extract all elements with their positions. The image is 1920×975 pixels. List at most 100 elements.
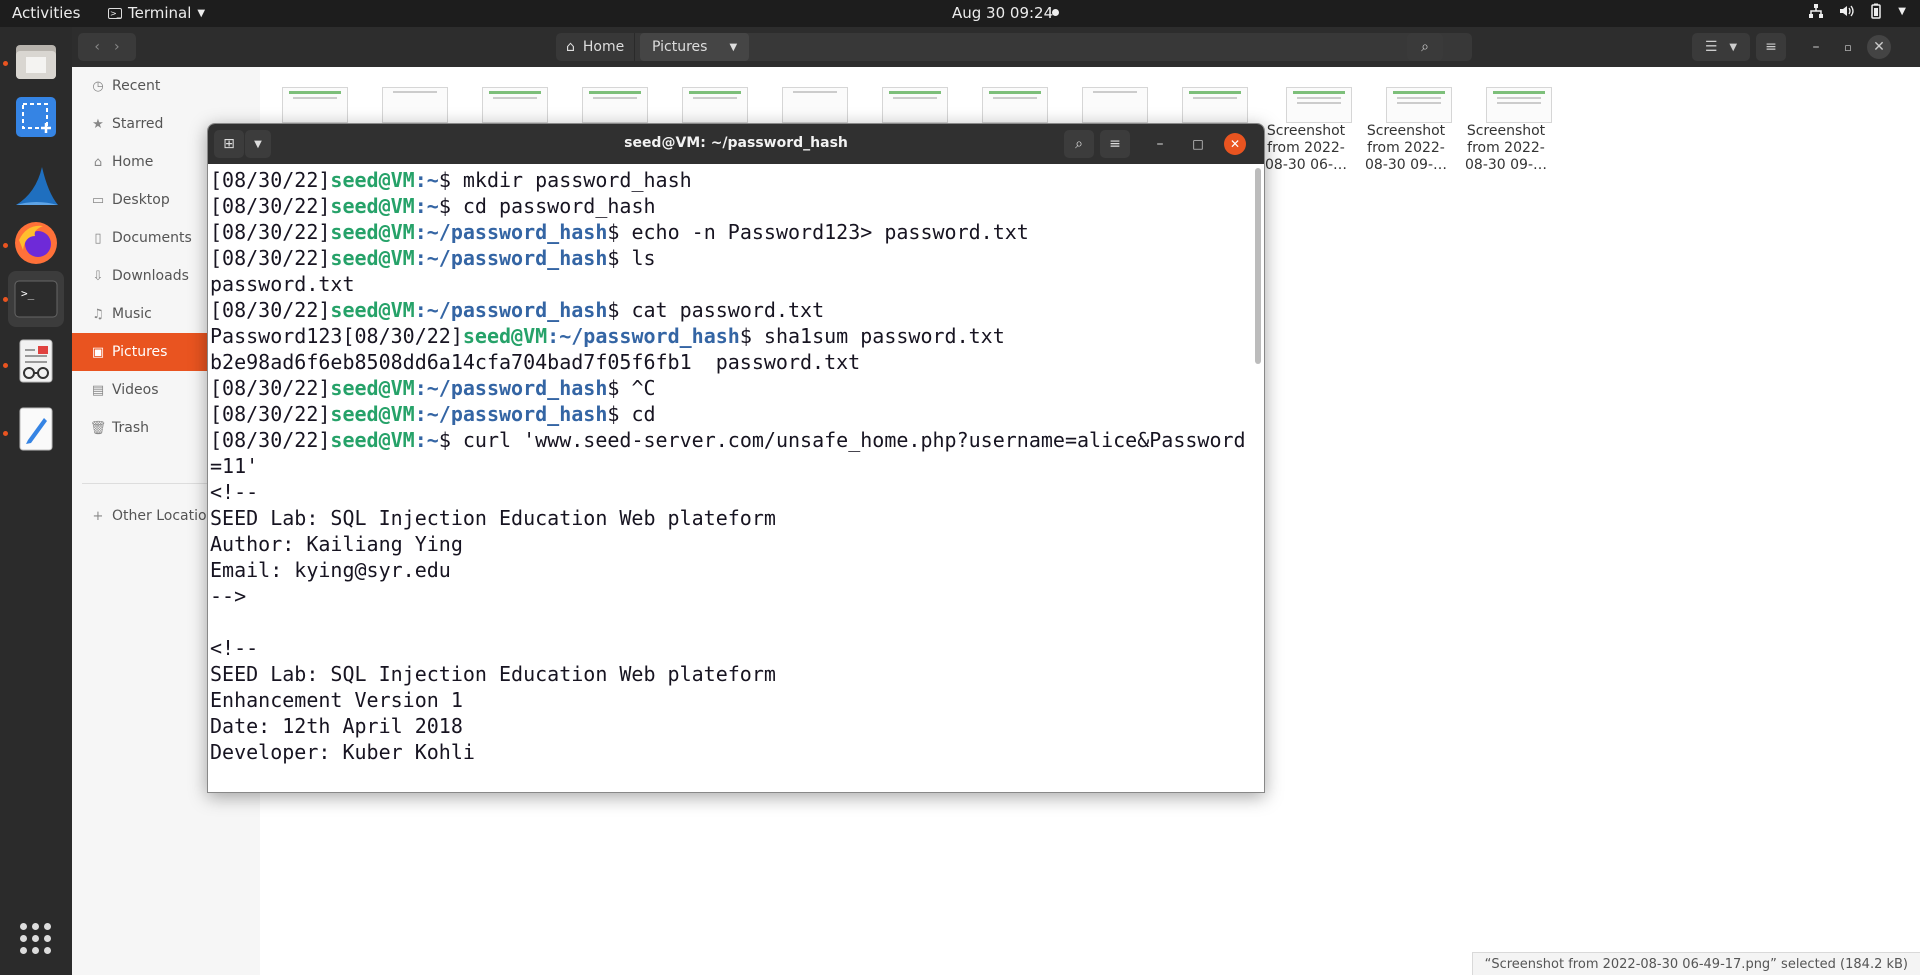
firefox-icon[interactable] [8, 215, 64, 271]
document-viewer-icon[interactable] [8, 333, 64, 389]
file-label[interactable]: Screenshot from 2022- 08-30 09-… [1456, 123, 1556, 174]
file-label[interactable]: Screenshot from 2022- 08-30 09-… [1356, 123, 1456, 174]
prompt-path: :~ [414, 168, 439, 192]
path-home[interactable]: ⌂ Home [556, 33, 636, 61]
text-editor-icon[interactable] [8, 401, 64, 457]
notification-dot-icon [1052, 9, 1059, 16]
hamburger-menu-icon: ≡ [1765, 39, 1777, 55]
sidebar-item-label: Trash [112, 420, 149, 436]
home-icon: ⌂ [93, 154, 103, 170]
terminal-search-button[interactable]: ⌕ [1064, 130, 1094, 158]
maximize-icon: □ [1192, 137, 1204, 151]
sidebar-item-label: Documents [112, 230, 192, 246]
file-thumbnail[interactable] [1386, 87, 1452, 123]
path-bar[interactable]: ⌂ Home Pictures ▼ [556, 33, 1472, 61]
terminal-titlebar[interactable]: ⊞ ▼ seed@VM: ~/password_hash ⌕ ≡ – □ ✕ [208, 124, 1264, 164]
app-menu[interactable]: >_ Terminal ▼ [108, 4, 205, 22]
minimize-button[interactable]: – [1804, 33, 1828, 61]
terminal-prompt-line: [08/30/22]seed@VM:~/password_hash$ cat p… [210, 297, 1250, 323]
prompt-path: :~ [414, 194, 439, 218]
file-thumbnail[interactable] [1182, 87, 1248, 123]
back-icon[interactable]: ‹ [94, 39, 100, 55]
forward-icon[interactable]: › [114, 39, 120, 55]
search-icon: ⌕ [1421, 39, 1429, 55]
terminal-output-line: b2e98ad6f6eb8508dd6a14cfa704bad7f05f6fb1… [210, 350, 861, 374]
top-bar: Activities >_ Terminal ▼ Aug 30 09:24 ▼ [0, 0, 1920, 27]
prompt-date: [08/30/22] [210, 376, 331, 400]
prompt-user: seed@VM [330, 376, 415, 400]
clock[interactable]: Aug 30 09:24 [952, 4, 1053, 22]
activities-button[interactable]: Activities [12, 4, 80, 22]
terminal-output-line: Enhancement Version 1 [210, 688, 463, 712]
power-menu-icon: ▼ [1898, 6, 1906, 17]
back-forward-buttons[interactable]: ‹ › [78, 33, 136, 61]
terminal-menu-button[interactable]: ≡ [1100, 130, 1130, 158]
file-label[interactable]: Screenshot from 2022- 08-30 06-… [1256, 123, 1356, 174]
search-button[interactable]: ⌕ [1407, 33, 1443, 61]
terminal-output-line: SEED Lab: SQL Injection Education Web pl… [210, 506, 776, 530]
show-applications-icon[interactable] [20, 923, 52, 955]
terminal-output[interactable]: [08/30/22]seed@VM:~$ mkdir password_hash… [210, 167, 1250, 789]
file-thumbnail[interactable] [382, 87, 448, 123]
prompt-user: seed@VM [330, 428, 415, 452]
sidebar-item-recent[interactable]: ◷ Recent [72, 67, 260, 105]
prompt-path: :~/password_hash [414, 376, 608, 400]
prompt-cmd: $ ls [607, 246, 656, 270]
home-icon: ⌂ [566, 39, 575, 55]
file-thumbnail[interactable] [282, 87, 348, 123]
terminal-maximize-button[interactable]: □ [1186, 130, 1210, 158]
chevron-down-icon[interactable]: ▼ [729, 42, 737, 53]
terminal-window[interactable]: ⊞ ▼ seed@VM: ~/password_hash ⌕ ≡ – □ ✕ [… [207, 123, 1265, 793]
file-thumbnail[interactable] [882, 87, 948, 123]
file-thumbnail[interactable] [1286, 87, 1352, 123]
terminal-output-line: SEED Lab: SQL Injection Education Web pl… [210, 662, 776, 686]
hamburger-menu-icon: ≡ [1109, 136, 1121, 152]
sidebar-item-label: Home [112, 154, 154, 170]
file-label-line: 08-30 06-… [1265, 157, 1347, 173]
file-thumbnail[interactable] [582, 87, 648, 123]
prompt-cmd: $ ^C [607, 376, 656, 400]
download-icon: ⇩ [92, 268, 104, 284]
sidebar-item-label: Starred [112, 116, 164, 132]
prompt-path: :~/password_hash [414, 220, 608, 244]
minimize-icon: – [1156, 136, 1164, 152]
terminal-output-line: password.txt [210, 272, 355, 296]
file-thumbnail[interactable] [982, 87, 1048, 123]
file-thumbnail[interactable] [482, 87, 548, 123]
terminal-scrollbar[interactable] [1255, 168, 1261, 364]
maximize-button[interactable]: ▫ [1836, 33, 1860, 61]
battery-icon [1868, 3, 1884, 23]
file-manager-headerbar: ‹ › ⌂ Home Pictures ▼ ⌕ ☰ ▼ ≡ – ▫ ✕ [72, 27, 1920, 68]
prompt-date: [08/30/22] [210, 402, 331, 426]
path-pictures[interactable]: Pictures ▼ [640, 33, 750, 61]
file-thumbnail[interactable] [682, 87, 748, 123]
file-label-line: from 2022- [1267, 140, 1345, 156]
system-tray[interactable]: ▼ [1808, 3, 1906, 23]
prompt-path: :~/password_hash [547, 324, 740, 348]
terminal-prompt-line: [08/30/22]seed@VM:~$ mkdir password_hash [210, 167, 1250, 193]
prompt-date: [08/30/22] [210, 428, 331, 452]
terminal-icon[interactable]: >_ [8, 271, 64, 327]
terminal-prompt-line: Password123[08/30/22]seed@VM:~/password_… [210, 323, 1250, 349]
prompt-cmd: $ mkdir password_hash [438, 168, 692, 192]
prompt-user: seed@VM [330, 194, 415, 218]
sidebar-item-label: Downloads [112, 268, 189, 284]
file-label-line: Screenshot [1466, 123, 1546, 139]
view-toggle-button[interactable]: ☰ ▼ [1692, 33, 1750, 61]
close-icon: ✕ [1873, 39, 1885, 55]
terminal-output-line: Email: kying@syr.edu [210, 558, 451, 582]
file-thumbnail[interactable] [782, 87, 848, 123]
screenshot-tool-icon[interactable] [8, 89, 64, 145]
file-label-line: 08-30 09-… [1465, 157, 1547, 173]
wireshark-icon[interactable] [8, 159, 64, 215]
search-icon: ⌕ [1075, 136, 1083, 152]
terminal-minimize-button[interactable]: – [1148, 130, 1172, 158]
close-button[interactable]: ✕ [1867, 35, 1891, 59]
file-thumbnail[interactable] [1486, 87, 1552, 123]
terminal-output-line: Developer: Kuber Kohli [210, 740, 475, 764]
sidebar-item-label: Desktop [112, 192, 170, 208]
files-icon[interactable] [8, 33, 64, 89]
terminal-close-button[interactable]: ✕ [1224, 133, 1246, 155]
menu-button[interactable]: ≡ [1756, 33, 1786, 61]
file-thumbnail[interactable] [1082, 87, 1148, 123]
